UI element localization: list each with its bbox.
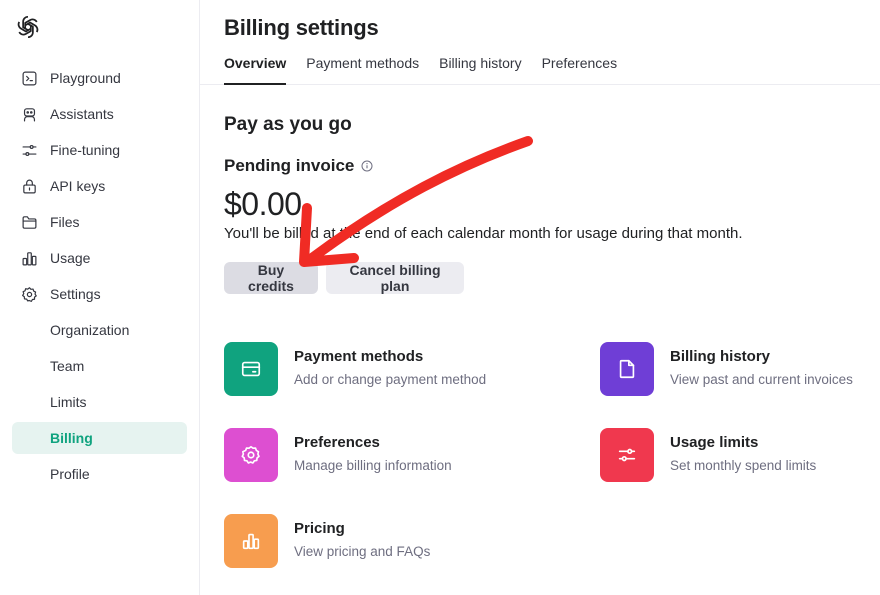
card-subtitle: Set monthly spend limits xyxy=(670,458,817,473)
gear-icon xyxy=(20,285,38,303)
sidebar-item-organization[interactable]: Organization xyxy=(12,314,187,346)
card-icon-box xyxy=(224,428,278,482)
cancel-billing-plan-button[interactable]: Cancel billing plan xyxy=(326,262,464,294)
card-pricing[interactable]: Pricing View pricing and FAQs xyxy=(224,514,430,568)
card-title: Payment methods xyxy=(294,348,424,365)
card-icon-box xyxy=(224,514,278,568)
sidebar-item-profile[interactable]: Profile xyxy=(12,458,187,490)
card-icon-box xyxy=(600,428,654,482)
sidebar-item-label: Organization xyxy=(50,322,130,338)
sidebar-item-label: Playground xyxy=(50,70,121,86)
document-icon xyxy=(619,359,635,379)
pending-invoice-label: Pending invoice xyxy=(224,156,355,175)
section-title: Pay as you go xyxy=(224,114,352,135)
sidebar-item-label: API keys xyxy=(50,178,106,194)
tab-preferences[interactable]: Preferences xyxy=(542,52,617,85)
sidebar-item-limits[interactable]: Limits xyxy=(12,386,187,418)
sidebar-item-files[interactable]: Files xyxy=(12,206,187,238)
card-usage-limits[interactable]: Usage limits Set monthly spend limits xyxy=(600,428,816,482)
tab-overview[interactable]: Overview xyxy=(224,52,287,85)
card-title: Preferences xyxy=(294,434,380,451)
card-text: Payment methods Add or change payment me… xyxy=(294,342,486,387)
page-header: Billing settings Overview Payment method… xyxy=(200,0,880,85)
card-billing-history[interactable]: Billing history View past and current in… xyxy=(600,342,853,396)
card-title: Usage limits xyxy=(670,434,759,451)
tab-billing-history[interactable]: Billing history xyxy=(439,52,521,85)
card-preferences[interactable]: Preferences Manage billing information xyxy=(224,428,452,482)
tab-payment-methods[interactable]: Payment methods xyxy=(306,52,419,85)
sidebar-nav: Playground Assistants Fine-tuning API ke… xyxy=(12,62,187,494)
tab-bar: Overview Payment methods Billing history… xyxy=(224,52,637,85)
card-text: Preferences Manage billing information xyxy=(294,428,452,473)
sidebar: Playground Assistants Fine-tuning API ke… xyxy=(0,0,200,595)
sidebar-item-playground[interactable]: Playground xyxy=(12,62,187,94)
sidebar-item-label: Fine-tuning xyxy=(50,142,121,158)
sidebar-item-label: Profile xyxy=(50,466,90,482)
sidebar-item-team[interactable]: Team xyxy=(12,350,187,382)
card-title: Pricing xyxy=(294,520,345,537)
gear-icon xyxy=(241,445,260,464)
card-subtitle: View past and current invoices xyxy=(670,372,853,387)
pending-invoice-amount: $0.00 xyxy=(224,186,302,222)
terminal-icon xyxy=(20,69,38,87)
card-text: Billing history View past and current in… xyxy=(670,342,853,387)
card-text: Usage limits Set monthly spend limits xyxy=(670,428,816,473)
openai-logo-icon[interactable] xyxy=(15,14,41,40)
page-title: Billing settings xyxy=(224,15,379,40)
sidebar-item-assistants[interactable]: Assistants xyxy=(12,98,187,130)
sidebar-item-label: Billing xyxy=(50,430,93,446)
buy-credits-button[interactable]: Buy credits xyxy=(224,262,318,294)
sidebar-item-fine-tuning[interactable]: Fine-tuning xyxy=(12,134,187,166)
card-payment-methods[interactable]: Payment methods Add or change payment me… xyxy=(224,342,486,396)
sidebar-item-label: Settings xyxy=(50,286,101,302)
card-subtitle: Add or change payment method xyxy=(294,372,487,387)
info-icon[interactable] xyxy=(361,160,373,172)
card-title: Billing history xyxy=(670,348,771,365)
robot-icon xyxy=(20,105,38,123)
card-icon-box xyxy=(600,342,654,396)
card-icon-box xyxy=(224,342,278,396)
sidebar-item-api-keys[interactable]: API keys xyxy=(12,170,187,202)
credit-card-icon xyxy=(241,361,261,377)
sidebar-item-label: Team xyxy=(50,358,85,374)
bar-chart-icon xyxy=(242,533,260,550)
sidebar-item-label: Limits xyxy=(50,394,87,410)
sidebar-item-billing[interactable]: Billing xyxy=(12,422,187,454)
card-subtitle: View pricing and FAQs xyxy=(294,544,431,559)
billing-description: You'll be billed at the end of each cale… xyxy=(224,225,743,242)
folder-icon xyxy=(20,213,38,231)
sidebar-item-label: Assistants xyxy=(50,106,114,122)
sidebar-item-settings[interactable]: Settings xyxy=(12,278,187,310)
sidebar-item-usage[interactable]: Usage xyxy=(12,242,187,274)
sliders-icon xyxy=(20,141,38,159)
sidebar-item-label: Files xyxy=(50,214,80,230)
bar-chart-icon xyxy=(20,249,38,267)
card-text: Pricing View pricing and FAQs xyxy=(294,514,430,559)
card-subtitle: Manage billing information xyxy=(294,458,452,473)
lock-icon xyxy=(20,177,38,195)
pending-invoice-heading: Pending invoice xyxy=(224,156,373,176)
sliders-icon xyxy=(618,448,636,462)
sidebar-item-label: Usage xyxy=(50,250,91,266)
